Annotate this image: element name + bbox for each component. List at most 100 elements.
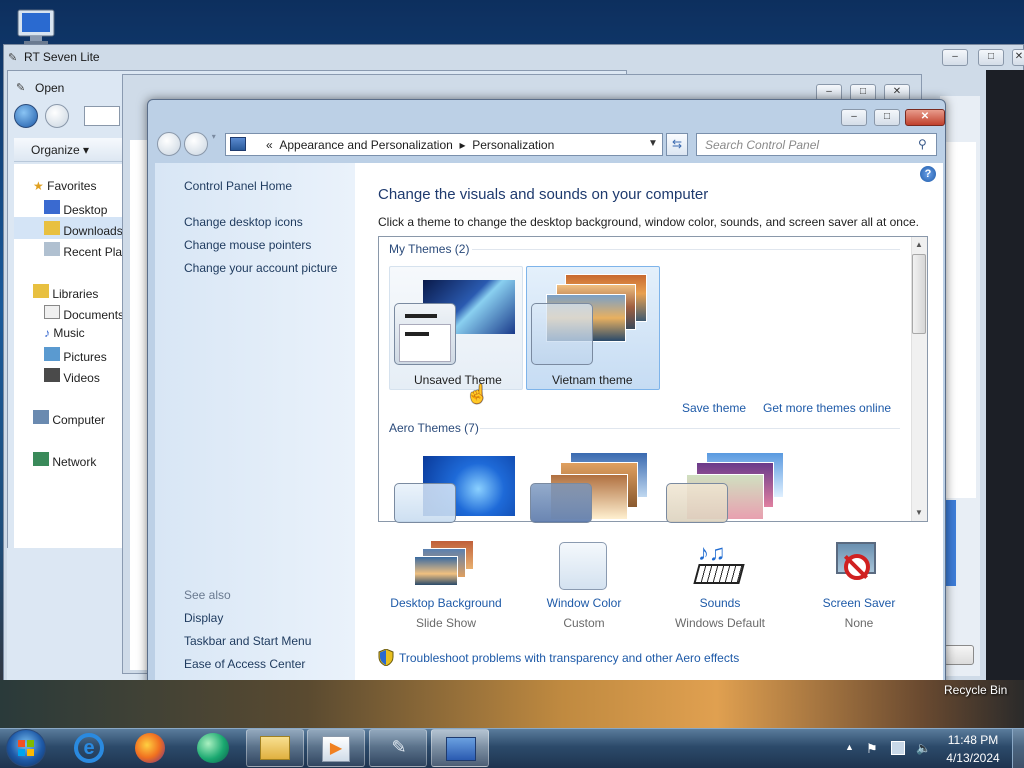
display-link[interactable]: Display xyxy=(184,611,223,625)
breadcrumb[interactable]: « Appearance and Personalization ▸ Perso… xyxy=(266,138,554,152)
close-button[interactable]: ✕ xyxy=(905,109,945,126)
change-account-picture-link[interactable]: Change your account picture xyxy=(184,261,337,275)
sounds-icon[interactable]: ♪♫ xyxy=(693,540,746,590)
scroll-thumb[interactable] xyxy=(912,254,926,334)
vietnam-theme-name: Vietnam theme xyxy=(552,373,633,387)
get-more-themes-link[interactable]: Get more themes online xyxy=(763,401,891,415)
internet-explorer-icon[interactable]: e xyxy=(74,733,104,763)
forward-arrow-icon[interactable] xyxy=(184,132,209,156)
background-dialog-button[interactable] xyxy=(944,645,974,665)
desktop-computer-icon[interactable] xyxy=(14,8,60,46)
change-mouse-pointers-link[interactable]: Change mouse pointers xyxy=(184,238,311,252)
rt-window-title: RT Seven Lite xyxy=(24,50,100,64)
favorites-header[interactable]: ★ Favorites xyxy=(33,179,96,193)
clock-time[interactable]: 11:48 PM xyxy=(942,733,1004,747)
sidebar-item-network[interactable]: Network xyxy=(33,452,96,469)
volume-muted-icon[interactable]: 🔈 xyxy=(916,741,931,755)
rt-side-panel xyxy=(986,70,1024,684)
page-subtitle: Click a theme to change the desktop back… xyxy=(378,215,919,229)
back-arrow-icon[interactable] xyxy=(157,132,181,156)
desktop-icon xyxy=(44,200,60,214)
change-desktop-icons-link[interactable]: Change desktop icons xyxy=(184,215,303,229)
recycle-bin-label[interactable]: Recycle Bin xyxy=(944,683,1007,697)
rt-minimize-button[interactable]: – xyxy=(942,49,968,66)
background-dialog-list xyxy=(944,142,976,498)
downloads-folder-icon xyxy=(44,221,60,235)
forward-arrow-icon[interactable] xyxy=(45,104,70,128)
desktop-background-link[interactable]: Desktop Background xyxy=(382,596,510,610)
aero-theme-3-color xyxy=(666,483,728,523)
sidebar-item-pictures[interactable]: Pictures xyxy=(44,347,107,364)
sidebar-item-music[interactable]: ♪ Music xyxy=(44,326,85,340)
documents-icon xyxy=(44,305,60,319)
sidebar-item-documents[interactable]: Documents xyxy=(44,305,124,322)
my-themes-divider xyxy=(472,249,900,250)
window-color-icon[interactable] xyxy=(559,542,607,590)
organize-button[interactable]: Organize ▾ xyxy=(31,143,89,157)
pictures-icon xyxy=(44,347,60,361)
rt-app-icon: ✎ xyxy=(8,52,18,64)
aero-theme-2-color xyxy=(530,483,592,523)
save-theme-link[interactable]: Save theme xyxy=(682,401,746,415)
hand-cursor-icon: ☝ xyxy=(466,384,489,404)
troubleshoot-aero-link[interactable]: Troubleshoot problems with transparency … xyxy=(399,651,739,665)
libraries-header[interactable]: Libraries xyxy=(33,284,98,301)
scroll-down-arrow-icon[interactable]: ▼ xyxy=(911,506,927,520)
control-panel-icon xyxy=(230,137,246,151)
open-address-bar[interactable] xyxy=(84,106,120,126)
taskbar-start-menu-link[interactable]: Taskbar and Start Menu xyxy=(184,634,311,648)
minimize-button[interactable]: – xyxy=(841,109,867,126)
desktop-background-icon[interactable] xyxy=(414,540,476,590)
sidebar-item-computer[interactable]: Computer xyxy=(33,410,105,427)
sidebar-item-desktop[interactable]: Desktop xyxy=(44,200,107,217)
clock-date[interactable]: 4/13/2024 xyxy=(942,751,1004,765)
aero-themes-header: Aero Themes (7) xyxy=(389,421,479,435)
window-color-link[interactable]: Window Color xyxy=(522,596,646,610)
back-arrow-icon[interactable] xyxy=(14,104,38,128)
sounds-link[interactable]: Sounds xyxy=(660,596,780,610)
control-panel-home-link[interactable]: Control Panel Home xyxy=(184,179,292,193)
help-icon[interactable]: ? xyxy=(920,166,936,182)
breadcrumb-appearance[interactable]: Appearance and Personalization xyxy=(279,138,452,152)
firefox-icon[interactable] xyxy=(135,733,165,763)
desktop-background-value: Slide Show xyxy=(415,616,477,630)
action-center-flag-icon[interactable]: ⚑ xyxy=(866,741,880,756)
maximize-button[interactable]: □ xyxy=(874,109,900,126)
page-title: Change the visuals and sounds on your co… xyxy=(378,186,709,203)
control-panel-taskbar-icon xyxy=(446,737,476,761)
search-icon[interactable]: ⚲ xyxy=(918,137,927,151)
network-tray-icon[interactable] xyxy=(891,741,905,755)
libraries-icon xyxy=(33,284,49,298)
desktop-wallpaper xyxy=(0,680,1024,728)
aero-themes-divider xyxy=(480,428,900,429)
media-player-icon: ▶ xyxy=(322,736,350,762)
open-dialog-footer xyxy=(7,548,125,682)
my-themes-header: My Themes (2) xyxy=(389,242,470,256)
edge-browser-icon[interactable] xyxy=(197,733,229,763)
unsaved-theme-window-color xyxy=(394,303,456,365)
screen-saver-link[interactable]: Screen Saver xyxy=(800,596,918,610)
refresh-button[interactable]: ⇆ xyxy=(666,133,688,156)
aero-theme-windows-color xyxy=(394,483,456,523)
show-hidden-icons-icon[interactable]: ▲ xyxy=(845,742,854,752)
ease-of-access-link[interactable]: Ease of Access Center xyxy=(184,657,305,671)
sidebar-item-downloads[interactable]: Downloads xyxy=(44,221,123,238)
recent-pages-chevron-icon[interactable]: ▾ xyxy=(212,132,216,141)
sidebar-item-videos[interactable]: Videos xyxy=(44,368,100,385)
search-placeholder: Search Control Panel xyxy=(705,138,820,152)
rt-maximize-button[interactable]: □ xyxy=(978,49,1004,66)
show-desktop-button[interactable] xyxy=(1012,729,1024,768)
music-icon: ♪ xyxy=(44,326,50,340)
scroll-up-arrow-icon[interactable]: ▲ xyxy=(911,238,927,252)
recent-places-icon xyxy=(44,242,60,256)
start-button[interactable] xyxy=(6,729,46,767)
folder-icon xyxy=(260,736,290,760)
windows-logo-icon xyxy=(18,740,34,756)
breadcrumb-personalization[interactable]: Personalization xyxy=(472,138,554,152)
breadcrumb-root-chevron[interactable]: « xyxy=(266,138,273,152)
screen-saver-icon[interactable] xyxy=(834,542,880,588)
sidebar-item-recent-places[interactable]: Recent Places xyxy=(44,242,124,259)
open-dialog-title: Open xyxy=(35,81,65,95)
rt-close-button[interactable]: ✕ xyxy=(1012,49,1024,66)
address-dropdown-icon[interactable]: ▼ xyxy=(648,138,658,149)
